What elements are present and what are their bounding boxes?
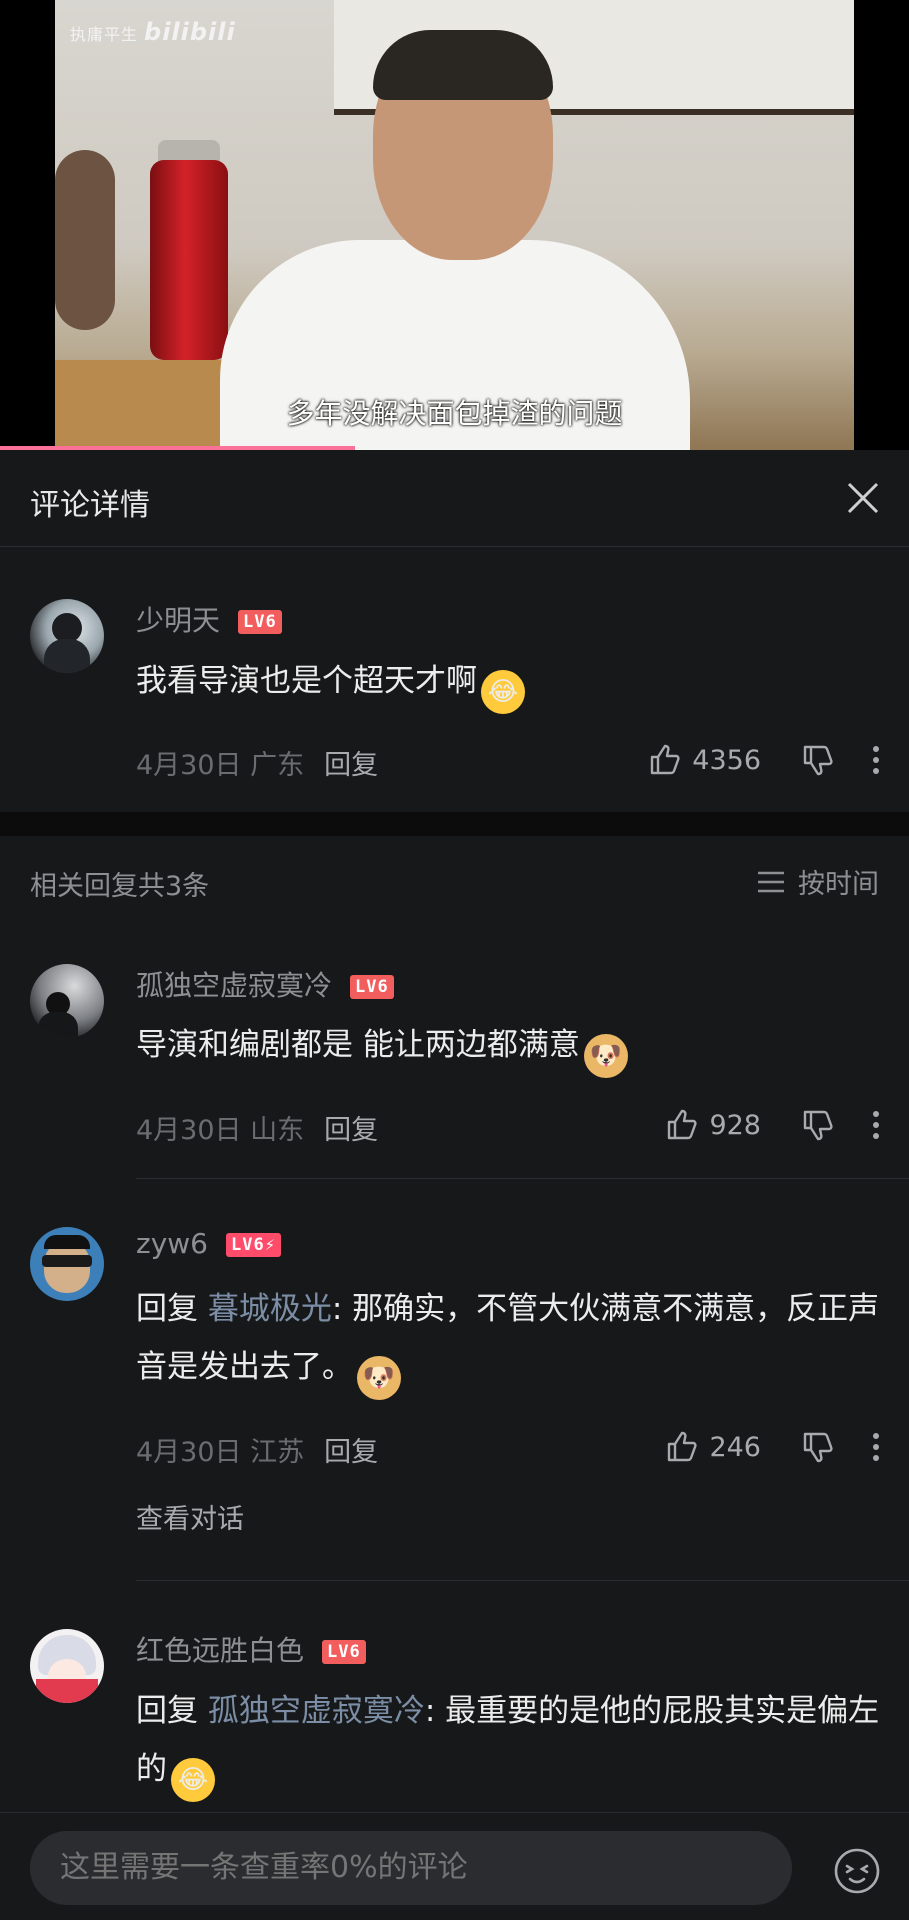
laugh-cry-emoji-icon: 😂	[171, 1758, 215, 1802]
thermos	[150, 160, 228, 360]
comment-location: 广东	[250, 750, 305, 781]
reply-date: 4月30日	[136, 1115, 242, 1146]
main-comment: 少明天 LV6 我看导演也是个超天才啊 😂 4月30日 广东 回复 4356	[0, 547, 909, 812]
comment-username[interactable]: 少明天 LV6	[136, 599, 282, 639]
reply-count: 相关回复共3条	[30, 871, 210, 902]
like-count: 246	[709, 1431, 761, 1463]
level-badge: LV6	[238, 610, 282, 634]
comment-text: 我看导演也是个超天才啊 😂	[136, 652, 886, 714]
thumbs-up-icon[interactable]	[665, 1430, 699, 1464]
bilibili-watermark: 执庸平生 bilibili	[70, 18, 236, 46]
video-subtitle: 多年没解决面包掉渣的问题	[286, 397, 623, 430]
sort-label[interactable]: 按时间	[798, 862, 879, 901]
reply-location: 江苏	[250, 1437, 305, 1468]
avatar[interactable]	[30, 1629, 104, 1703]
mention-link[interactable]: 孤独空虚寂寞冷	[208, 1693, 425, 1729]
avatar[interactable]	[30, 1227, 104, 1301]
reply-username[interactable]: 孤独空虚寂寞冷 LV6	[136, 964, 394, 1004]
close-icon[interactable]	[841, 476, 885, 520]
mention-link[interactable]: 暮城极光	[208, 1291, 332, 1327]
level-badge: LV6⚡	[225, 1233, 281, 1257]
section-separator	[0, 812, 909, 836]
doge-emoji-icon: 🐶	[583, 1034, 628, 1078]
sort-button[interactable]: 按时间	[756, 862, 879, 901]
person-hair	[373, 30, 553, 100]
view-conversation-link[interactable]: 查看对话	[136, 1497, 244, 1536]
reply-text: 回复 孤独空虚寂寞冷: 最重要的是他的屁股其实是偏左的 😂	[136, 1682, 886, 1802]
reply-button[interactable]: 回复	[324, 1437, 378, 1468]
thumbs-up-icon[interactable]	[648, 743, 682, 777]
more-icon[interactable]	[871, 1432, 881, 1462]
reply-text: 导演和编剧都是 能让两边都满意 🐶	[136, 1016, 886, 1078]
avatar[interactable]	[30, 964, 104, 1038]
comment-input[interactable]	[30, 1831, 792, 1905]
comment-date: 4月30日	[136, 750, 242, 781]
reply-date: 4月30日	[136, 1437, 242, 1468]
reply-item: zyw6 LV6⚡ 回复 暮城极光: 那确实，不管大伙满意不满意，反正声音是发出去…	[0, 1179, 909, 1581]
reply-actions: 246	[665, 1427, 881, 1467]
thumbs-down-icon[interactable]	[801, 1108, 835, 1142]
reply-body: 导演和编剧都是 能让两边都满意	[136, 1027, 580, 1063]
reply-meta: 4月30日 山东 回复	[136, 1108, 378, 1147]
reply-item: 红色远胜白色 LV6 回复 孤独空虚寂寞冷: 最重要的是他的屁股其实是偏左的 😂	[0, 1581, 909, 1812]
page-title: 评论详情	[30, 488, 150, 523]
username-text[interactable]: 红色远胜白色	[136, 1634, 304, 1667]
comment-detail-header: 评论详情	[0, 450, 909, 547]
video-player[interactable]: 执庸平生 bilibili 多年没解决面包掉渣的问题	[0, 0, 909, 450]
comment-input-bar	[0, 1812, 909, 1920]
more-icon[interactable]	[871, 745, 881, 775]
comment-meta: 4月30日 广东 回复	[136, 743, 378, 782]
thumbs-down-icon[interactable]	[801, 743, 835, 777]
reply-username[interactable]: zyw6 LV6⚡	[136, 1227, 281, 1260]
comment-actions: 4356	[648, 740, 881, 780]
reply-location: 山东	[250, 1115, 305, 1146]
reply-meta: 4月30日 江苏 回复	[136, 1430, 378, 1469]
like-count: 928	[709, 1109, 761, 1141]
like-count: 4356	[692, 744, 761, 776]
reply-text: 回复 暮城极光: 那确实，不管大伙满意不满意，反正声音是发出去了。 🐶	[136, 1280, 886, 1400]
decor-rock	[55, 150, 115, 330]
reply-item: 孤独空虚寂寞冷 LV6 导演和编剧都是 能让两边都满意 🐶 4月30日 山东 回复 9…	[0, 924, 909, 1179]
video-frame	[55, 0, 854, 450]
avatar[interactable]	[30, 599, 104, 673]
doge-emoji-icon: 🐶	[357, 1356, 401, 1400]
reply-actions: 928	[665, 1105, 881, 1145]
bilibili-logo: bilibili	[144, 18, 236, 46]
reply-prefix: 回复	[136, 1291, 198, 1327]
reply-username[interactable]: 红色远胜白色 LV6	[136, 1629, 366, 1669]
reply-prefix: 回复	[136, 1693, 198, 1729]
more-icon[interactable]	[871, 1110, 881, 1140]
thumbs-up-icon[interactable]	[665, 1108, 699, 1142]
level-badge: LV6	[322, 1640, 366, 1664]
watermark-uploader: 执庸平生	[70, 25, 139, 44]
level-badge: LV6	[350, 975, 394, 999]
thumbs-down-icon[interactable]	[801, 1430, 835, 1464]
username-text[interactable]: 孤独空虚寂寞冷	[136, 969, 332, 1002]
related-replies-header: 相关回复共3条 按时间	[0, 836, 909, 924]
reply-button[interactable]: 回复	[324, 750, 378, 781]
username-text[interactable]: 少明天	[136, 604, 220, 637]
list-sort-icon	[758, 871, 784, 892]
comment-body: 我看导演也是个超天才啊	[136, 663, 477, 699]
laugh-cry-emoji-icon: 😂	[481, 670, 525, 714]
reply-button[interactable]: 回复	[324, 1115, 378, 1146]
emoji-icon[interactable]	[833, 1847, 881, 1895]
username-text[interactable]: zyw6	[136, 1227, 208, 1260]
